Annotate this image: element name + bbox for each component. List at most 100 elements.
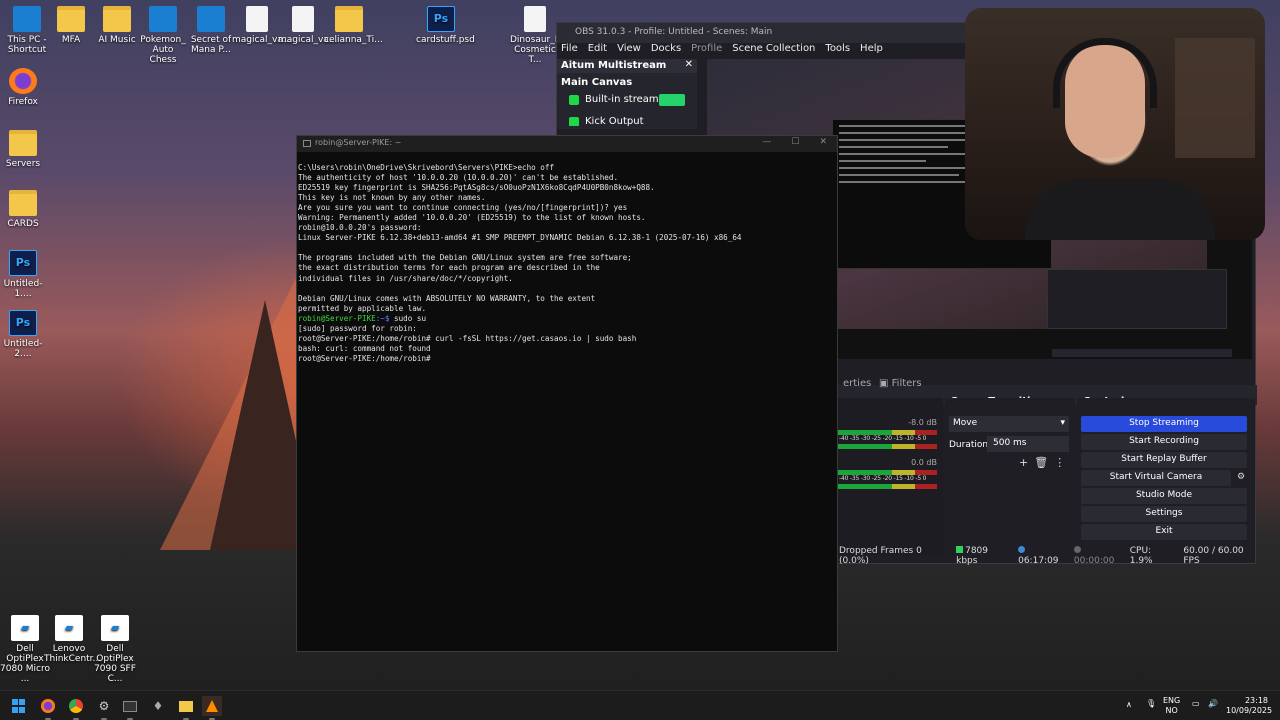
terminal-line: root@Server-PIKE:/home/robin# curl -fsSL…: [298, 333, 637, 343]
track2-db: 0.0 dB: [911, 458, 937, 467]
vlc-taskbar-icon[interactable]: [202, 696, 222, 720]
remote-desktop-icon: ▰: [11, 615, 39, 641]
desktop-icon-label: cardstuff.psd: [416, 35, 475, 45]
desktop-icon[interactable]: ▰ Lenovo ThinkCentr...: [44, 615, 101, 664]
terminal-line: individual files in /usr/share/doc/*/cop…: [298, 273, 513, 283]
start-replay-buffer-button[interactable]: Start Replay Buffer: [1081, 452, 1247, 468]
tray-overflow-icon[interactable]: ∧: [1126, 700, 1132, 710]
maximize-icon[interactable]: ☐: [791, 137, 799, 147]
settings-button[interactable]: Settings: [1081, 506, 1247, 522]
preview-status-bar: [1052, 349, 1232, 357]
stop-streaming-button[interactable]: Stop Streaming: [1081, 416, 1247, 432]
menu-edit[interactable]: Edit: [588, 43, 607, 59]
terminal-line: bash: curl: command not found: [298, 343, 431, 353]
menu-tools[interactable]: Tools: [825, 43, 850, 59]
fps: 60.00 / 60.00 FPS: [1183, 546, 1244, 566]
desktop-icon[interactable]: Firefox: [0, 68, 48, 107]
transition-select[interactable]: Move ▾: [949, 416, 1069, 432]
app-taskbar-icon[interactable]: ♦: [148, 696, 168, 716]
desktop-icon[interactable]: This PC - Shortcut: [2, 6, 52, 55]
start-button[interactable]: [10, 698, 26, 714]
desktop-icon-label: CARDS: [7, 219, 39, 229]
desktop-icon[interactable]: ▰ Dell OptiPlex 7080 Micro ...: [0, 615, 50, 684]
terminal-line: the exact distribution terms for each pr…: [298, 263, 600, 273]
desktop-icon[interactable]: Secret of Mana P...: [186, 6, 236, 55]
desktop-icon[interactable]: Ps cardstuff.psd: [416, 6, 475, 45]
doc-icon: [524, 6, 546, 32]
desktop-icon[interactable]: celianna_Ti...: [324, 6, 383, 45]
language-indicator[interactable]: ENG NO: [1163, 696, 1180, 716]
menu-help[interactable]: Help: [860, 43, 883, 59]
desktop-icon[interactable]: CARDS: [0, 190, 48, 229]
menu-scene-collection[interactable]: Scene Collection: [732, 43, 815, 59]
start-virtual-camera-button[interactable]: Start Virtual Camera: [1081, 470, 1231, 486]
transition-tools: + 🗑 ⋮: [1019, 456, 1065, 469]
chrome-taskbar-icon[interactable]: [66, 696, 86, 720]
terminal-line: C:\Users\robin\OneDrive\Skrivebord\Serve…: [298, 163, 555, 172]
remote-desktop-icon: ▰: [101, 615, 129, 641]
tab-properties[interactable]: erties: [837, 375, 877, 393]
trash-icon[interactable]: 🗑: [1034, 456, 1048, 469]
remote-desktop-icon: ▰: [55, 615, 83, 641]
desktop-icon[interactable]: ▰ Dell OptiPlex 7090 SFF C...: [90, 615, 140, 684]
folder-icon: [9, 190, 37, 216]
kick-icon: [569, 117, 579, 126]
window-buttons: — ☐ ✕: [762, 137, 827, 147]
duration-spinbox[interactable]: 500 ms: [987, 436, 1069, 452]
terminal-line: robin@10.0.0.20's password:: [298, 223, 422, 233]
desktop-icon-label: Dinosaur_Pl... Cosmetic T...: [510, 35, 572, 65]
terminal-line: The authenticity of host '10.0.0.20 (10.…: [298, 173, 619, 183]
microphone-icon[interactable]: 🎙: [1146, 699, 1156, 709]
network-icon[interactable]: ▭: [1192, 699, 1200, 709]
desktop-icon[interactable]: Pokemon_ Auto Chess: [138, 6, 188, 65]
desktop-icon[interactable]: Ps Untitled-1....: [0, 250, 48, 299]
exit-button[interactable]: Exit: [1081, 524, 1247, 540]
desktop-icon[interactable]: Servers: [0, 130, 48, 169]
menu-file[interactable]: File: [561, 43, 578, 59]
filters-icon: ▣: [879, 378, 889, 389]
menu-docks[interactable]: Docks: [651, 43, 681, 59]
desktop-icon[interactable]: AI Music: [92, 6, 142, 45]
stream-time: 06:17:09: [1018, 546, 1064, 566]
add-icon[interactable]: +: [1019, 456, 1028, 469]
terminal-titlebar[interactable]: robin@Server-PIKE: ~ — ☐ ✕: [297, 136, 837, 152]
desktop-icon[interactable]: magical_va...: [278, 6, 338, 45]
start-recording-button[interactable]: Start Recording: [1081, 434, 1247, 450]
signal-icon: [956, 546, 964, 553]
menu-view[interactable]: View: [617, 43, 641, 59]
output-kick[interactable]: Kick Output: [557, 112, 697, 126]
desktop-icon-label: Firefox: [8, 97, 38, 107]
stream-toggle-button[interactable]: [659, 94, 685, 106]
more-icon[interactable]: ⋮: [1054, 456, 1065, 469]
close-icon[interactable]: ✕: [685, 59, 693, 70]
pc-icon: [13, 6, 41, 32]
terminal-title: robin@Server-PIKE: ~: [315, 138, 402, 147]
terminal-taskbar-icon[interactable]: [120, 696, 140, 720]
gear-icon[interactable]: ⚙: [1237, 472, 1245, 482]
studio-mode-button[interactable]: Studio Mode: [1081, 488, 1247, 504]
volume-icon[interactable]: 🔊: [1208, 699, 1218, 709]
track1-meter: [837, 430, 937, 435]
explorer-taskbar-icon[interactable]: [176, 696, 196, 720]
firefox-taskbar-icon[interactable]: [38, 696, 58, 720]
tab-filters[interactable]: ▣ Filters: [873, 375, 928, 393]
desktop-icon-label: magical_va...: [278, 35, 338, 45]
output-built-in-stream[interactable]: Built-in stream: [557, 90, 697, 112]
headphones: [1053, 38, 1157, 108]
desktop-icon[interactable]: Dinosaur_Pl... Cosmetic T...: [510, 6, 572, 65]
menu-profile[interactable]: Profile: [691, 43, 722, 59]
bitrate: 7809 kbps: [956, 546, 989, 566]
desktop-icon-label: magical_va...: [232, 35, 292, 45]
terminal-line: root@Server-PIKE:/home/robin#: [298, 353, 431, 363]
terminal-output[interactable]: C:\Users\robin\OneDrive\Skrivebord\Serve…: [297, 163, 837, 364]
close-icon[interactable]: ✕: [819, 137, 827, 147]
clock[interactable]: 23:18 10/09/2025: [1226, 696, 1272, 716]
desktop-icon[interactable]: Ps Untitled-2....: [0, 310, 48, 359]
terminal-window[interactable]: robin@Server-PIKE: ~ — ☐ ✕ C:\Users\robi…: [296, 135, 838, 652]
settings-taskbar-icon[interactable]: ⚙: [94, 696, 114, 720]
minimize-icon[interactable]: —: [762, 137, 771, 147]
desktop-icon[interactable]: magical_va...: [232, 6, 292, 45]
desktop-icon[interactable]: MFA: [46, 6, 96, 45]
multistream-dock: Aitum Multistream ✕ Main Canvas Built-in…: [557, 59, 697, 129]
